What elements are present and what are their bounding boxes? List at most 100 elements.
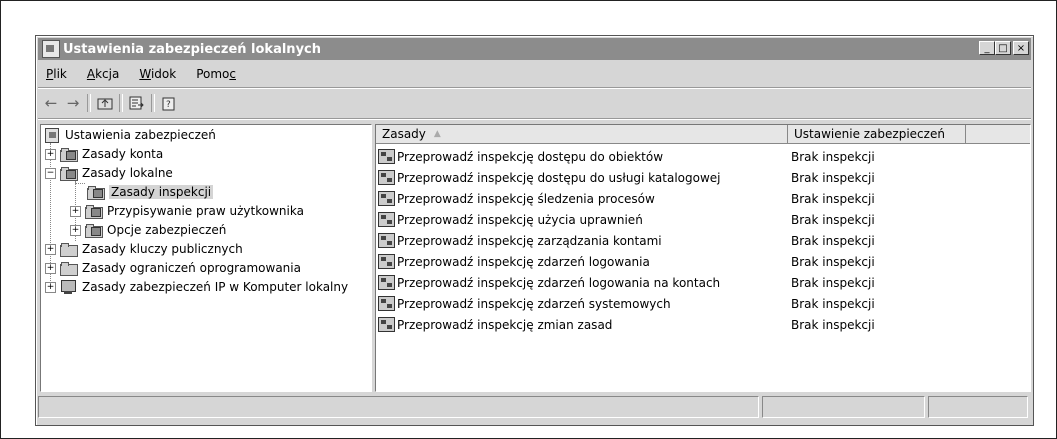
audit-policy-icon bbox=[378, 296, 395, 311]
tree-item-zasady-kluczy[interactable]: + Zasady kluczy publicznych bbox=[45, 240, 243, 258]
policy-setting: Brak inspekcji bbox=[791, 275, 875, 290]
menu-akcja[interactable]: Akcja bbox=[81, 67, 119, 81]
tree-item-label: Przypisywanie praw użytkownika bbox=[107, 204, 304, 218]
maximize-button[interactable]: □ bbox=[995, 41, 1011, 55]
folder-lock-icon bbox=[60, 166, 78, 181]
menu-bar: Plik Akcja Widok Pomoc bbox=[40, 64, 250, 84]
status-bar bbox=[38, 396, 1031, 420]
app-icon bbox=[42, 40, 60, 58]
menu-plik-post: lik bbox=[53, 67, 67, 81]
computer-shield-icon bbox=[60, 279, 78, 295]
forward-icon[interactable]: → bbox=[62, 93, 84, 113]
folder-lock-icon bbox=[85, 204, 103, 219]
menu-pomoc-key: c bbox=[229, 67, 236, 81]
up-folder-icon[interactable] bbox=[94, 93, 116, 113]
expand-icon[interactable]: + bbox=[45, 148, 56, 160]
tree-item-label: Zasady kluczy publicznych bbox=[82, 242, 243, 256]
tree-item-opcje-zabezpieczen[interactable]: + Opcje zabezpieczeń bbox=[70, 221, 226, 239]
status-panel bbox=[38, 396, 759, 418]
menu-separator bbox=[38, 87, 1031, 89]
tree-root[interactable]: Ustawienia zabezpieczeń bbox=[43, 126, 216, 144]
security-settings-icon bbox=[43, 127, 61, 143]
column-header-zasady[interactable]: Zasady ▲ bbox=[376, 125, 788, 144]
tree-item-label: Opcje zabezpieczeń bbox=[107, 223, 227, 237]
toolbar-separator bbox=[119, 94, 123, 112]
column-header-label: Zasady bbox=[382, 127, 426, 141]
policy-name: Przeprowadź inspekcję zdarzeń logowania … bbox=[397, 275, 721, 290]
figure-frame: Ustawienia zabezpieczeń lokalnych _ □ × … bbox=[0, 0, 1057, 439]
tree-pane[interactable]: Ustawienia zabezpieczeń + Zasady konta −… bbox=[40, 124, 372, 392]
expand-icon[interactable]: + bbox=[45, 281, 56, 293]
audit-policy-icon bbox=[378, 170, 395, 185]
folder-icon bbox=[60, 261, 78, 276]
table-row[interactable]: Przeprowadź inspekcję użycia uprawnień Br… bbox=[378, 209, 1018, 230]
tree-item-label: Zasady ograniczeń oprogramowania bbox=[82, 261, 301, 275]
table-row[interactable]: Przeprowadź inspekcję dostępu do usługi … bbox=[378, 167, 1018, 188]
window-controls: _ □ × bbox=[979, 41, 1029, 55]
tree-item-zasady-inspekcji[interactable]: Zasady inspekcji bbox=[87, 183, 214, 201]
policy-name: Przeprowadź inspekcję zarządzania kontam… bbox=[397, 233, 662, 248]
close-button[interactable]: × bbox=[1013, 41, 1029, 55]
tree-item-zasady-ip[interactable]: + Zasady zabezpieczeń IP w Komputer loka… bbox=[45, 278, 348, 296]
folder-lock-icon bbox=[60, 147, 78, 162]
menu-widok-post: idok bbox=[150, 67, 177, 81]
table-row[interactable]: Przeprowadź inspekcję zdarzeń systemowyc… bbox=[378, 293, 1018, 314]
audit-policy-icon bbox=[378, 191, 395, 206]
policy-name: Przeprowadź inspekcję dostępu do obiektó… bbox=[397, 149, 664, 164]
status-panel bbox=[928, 396, 1028, 418]
tree-root-label: Ustawienia zabezpieczeń bbox=[65, 128, 216, 142]
expand-icon[interactable]: + bbox=[70, 205, 81, 217]
menu-widok[interactable]: Widok bbox=[133, 67, 176, 81]
table-row[interactable]: Przeprowadź inspekcję dostępu do obiektó… bbox=[378, 146, 1018, 167]
column-header-label: Ustawienie zabezpieczeń bbox=[794, 127, 945, 141]
policy-setting: Brak inspekcji bbox=[791, 212, 875, 227]
column-header-filler bbox=[966, 125, 1030, 144]
table-row[interactable]: Przeprowadź inspekcję śledzenia procesów… bbox=[378, 188, 1018, 209]
menu-pomoc[interactable]: Pomoc bbox=[190, 67, 236, 81]
tree-item-label: Zasady konta bbox=[82, 147, 164, 161]
minimize-button[interactable]: _ bbox=[979, 41, 995, 55]
expand-icon[interactable]: + bbox=[45, 262, 56, 274]
collapse-icon[interactable]: − bbox=[45, 167, 56, 179]
menu-widok-key: W bbox=[139, 67, 151, 81]
table-row[interactable]: Przeprowadź inspekcję zmian zasad Brak in… bbox=[378, 314, 1018, 335]
policy-name: Przeprowadź inspekcję dostępu do usługi … bbox=[397, 170, 721, 185]
tree-item-zasady-konta[interactable]: + Zasady konta bbox=[45, 145, 163, 163]
policy-setting: Brak inspekcji bbox=[791, 296, 875, 311]
toolbar-separator bbox=[151, 94, 155, 112]
sort-ascending-icon: ▲ bbox=[433, 129, 441, 139]
tree-item-zasady-lokalne[interactable]: − Zasady lokalne bbox=[45, 164, 173, 182]
menu-plik[interactable]: Plik bbox=[40, 67, 67, 81]
tree-item-label-selected: Zasady inspekcji bbox=[109, 185, 214, 199]
policy-name: Przeprowadź inspekcję śledzenia procesów bbox=[397, 191, 655, 206]
toolbar-separator bbox=[87, 94, 91, 112]
help-icon[interactable]: ? bbox=[158, 93, 180, 113]
table-row[interactable]: Przeprowadź inspekcję zdarzeń logowania B… bbox=[378, 251, 1018, 272]
menu-pomoc-pre: Pomo bbox=[196, 67, 230, 81]
audit-policy-icon bbox=[378, 317, 395, 332]
mmc-window: Ustawienia zabezpieczeń lokalnych _ □ × … bbox=[35, 35, 1034, 426]
status-panel bbox=[761, 396, 926, 418]
title-bar[interactable]: Ustawienia zabezpieczeń lokalnych _ □ × bbox=[38, 38, 1031, 60]
tree-item-label: Zasady zabezpieczeń IP w Komputer lokaln… bbox=[82, 280, 349, 294]
audit-policy-icon bbox=[378, 233, 395, 248]
expand-icon[interactable]: + bbox=[70, 224, 81, 236]
tree-item-zasady-ograniczen[interactable]: + Zasady ograniczeń oprogramowania bbox=[45, 259, 301, 277]
audit-policy-icon bbox=[378, 275, 395, 290]
svg-text:?: ? bbox=[166, 100, 171, 110]
audit-policy-icon bbox=[378, 149, 395, 164]
policy-setting: Brak inspekcji bbox=[791, 191, 875, 206]
policy-setting: Brak inspekcji bbox=[791, 170, 875, 185]
details-pane[interactable]: Zasady ▲ Ustawienie zabezpieczeń Przepro… bbox=[375, 124, 1031, 392]
expand-icon[interactable]: + bbox=[45, 243, 56, 255]
table-row[interactable]: Przeprowadź inspekcję zarządzania kontam… bbox=[378, 230, 1018, 251]
policy-setting: Brak inspekcji bbox=[791, 254, 875, 269]
column-header-ustawienie[interactable]: Ustawienie zabezpieczeń bbox=[788, 125, 966, 144]
export-list-icon[interactable] bbox=[126, 93, 148, 113]
menu-akcja-key: A bbox=[86, 67, 96, 81]
table-row[interactable]: Przeprowadź inspekcję zdarzeń logowania … bbox=[378, 272, 1018, 293]
audit-policy-icon bbox=[378, 212, 395, 227]
folder-icon bbox=[60, 242, 78, 257]
back-icon[interactable]: ← bbox=[40, 93, 62, 113]
tree-item-przypisywanie-praw[interactable]: + Przypisywanie praw użytkownika bbox=[70, 202, 304, 220]
